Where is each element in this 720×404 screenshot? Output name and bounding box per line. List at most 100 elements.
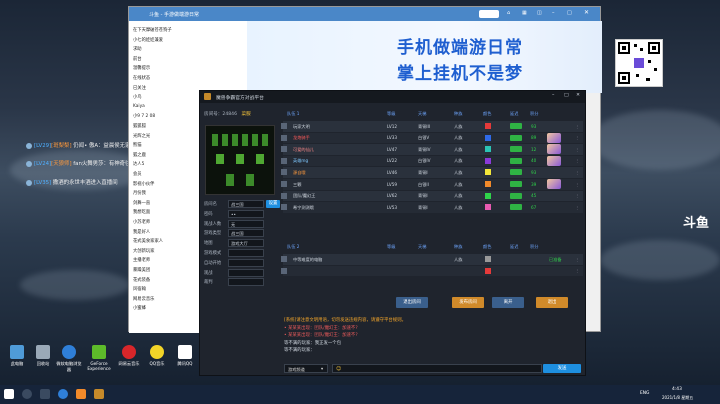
sidebar-item[interactable]: 会员 — [133, 171, 142, 177]
player-color-swatch[interactable] — [485, 157, 491, 164]
field-value[interactable] — [228, 249, 264, 257]
sidebar-item[interactable]: 剑舞一直 — [133, 200, 150, 206]
row-menu-icon[interactable]: ⋮ — [575, 147, 579, 152]
leave-button[interactable]: 离开 — [492, 297, 524, 308]
search-box[interactable] — [479, 10, 499, 18]
player-row[interactable]: 三颗 LV59 白银II 人族 39 ⋮ — [281, 179, 583, 190]
gamepad-icon[interactable]: ◫ — [537, 10, 542, 16]
close-icon[interactable]: ✕ — [584, 9, 589, 16]
minimize-icon[interactable]: – — [552, 93, 554, 98]
row-menu-icon[interactable]: ⋮ — [575, 193, 579, 198]
sidebar-item[interactable]: 花式装备 — [133, 277, 150, 283]
player-row[interactable]: 中等难度的电脑 人族 已准备 ⋮ — [281, 254, 583, 265]
field-value[interactable] — [228, 258, 264, 267]
sidebar-item[interactable]: 已关注 — [133, 85, 146, 91]
browser-tab-title[interactable]: 斗鱼 - 手游做端游日常 — [149, 11, 199, 18]
player-color-swatch[interactable] — [485, 256, 491, 262]
sidebar-item[interactable]: 小七的娃娃兼爱 — [133, 37, 163, 43]
sidebar-item[interactable]: 达人5 — [133, 161, 144, 167]
sidebar-item[interactable]: 暴躁美团 — [133, 267, 150, 273]
sidebar-item[interactable]: 小苏老师 — [133, 219, 150, 225]
sidebar-item[interactable]: 狐之鹿 — [133, 152, 146, 158]
player-row[interactable]: 龙炮骑手 LV33 白银V 人族 89 ⋮ — [281, 132, 583, 144]
sidebar-item[interactable]: 我想吃面 — [133, 209, 150, 215]
player-color-swatch[interactable] — [485, 204, 491, 211]
player-color-swatch[interactable] — [485, 192, 491, 199]
desktop-icon-recycle-bin[interactable]: 回收站 — [30, 345, 56, 367]
maximize-icon[interactable]: □ — [567, 10, 572, 16]
sidebar-item[interactable]: 小鸟 — [133, 94, 142, 100]
close-icon[interactable]: ✕ — [576, 93, 580, 98]
chat-input[interactable]: ☺ — [332, 364, 542, 373]
player-row[interactable]: ⋮ — [281, 265, 583, 277]
field-value[interactable]: •• — [228, 209, 264, 218]
task-view-icon[interactable] — [40, 389, 50, 399]
clock-date[interactable]: 2021/1/8 星期五 — [662, 395, 693, 401]
clock-time[interactable]: 4:43 — [672, 387, 682, 392]
field-value[interactable] — [228, 278, 264, 287]
row-menu-icon[interactable]: ⋮ — [575, 135, 579, 140]
player-color-swatch[interactable] — [485, 267, 491, 274]
field-value[interactable]: 无 — [228, 219, 264, 228]
sidebar-item[interactable]: 狐狐狐 — [133, 123, 146, 129]
row-menu-icon[interactable]: ⋮ — [575, 124, 579, 129]
desktop-icon-browser[interactable]: 微软电脑浏览器 — [56, 345, 82, 373]
grid-icon[interactable]: ▦ — [522, 10, 527, 16]
desktop-icon-netease-music[interactable]: 网易云音乐 — [116, 345, 142, 367]
maximize-icon[interactable]: □ — [564, 93, 569, 98]
home-icon[interactable]: ⌂ — [507, 10, 510, 16]
sidebar-item[interactable]: 在线状态 — [133, 75, 150, 81]
player-color-swatch[interactable] — [485, 169, 491, 176]
channel-select[interactable]: 游戏频道 ▾ — [284, 364, 328, 373]
exit-button[interactable]: 退出 — [536, 297, 568, 308]
sidebar-item[interactable]: 小9 7 2 08 — [133, 113, 155, 119]
sidebar-item[interactable]: 风宿翰 — [133, 286, 146, 292]
publish-room-button[interactable]: 发布房间 — [452, 297, 484, 308]
player-row[interactable]: 英雄mg LV22 白银IV 人族 40 ⋮ — [281, 155, 583, 167]
field-value[interactable]: 战三国 — [228, 200, 264, 208]
player-color-swatch[interactable] — [485, 123, 491, 129]
field-value[interactable]: 战三国 — [228, 229, 264, 238]
desktop-icon-this-pc[interactable]: 此电脑 — [4, 345, 30, 367]
row-menu-icon[interactable]: ⋮ — [575, 268, 579, 273]
player-row[interactable]: 希宁测测哦 LV53 青铜I 人族 67 ⋮ — [281, 202, 583, 213]
browser-taskbar-icon[interactable] — [58, 389, 68, 399]
player-color-swatch[interactable] — [485, 146, 491, 153]
field-value[interactable]: 游戏大厅 — [228, 239, 264, 248]
windows-start-icon[interactable] — [4, 389, 14, 399]
row-menu-icon[interactable]: ⋮ — [575, 182, 579, 187]
settings-button[interactable]: 设置 — [266, 200, 280, 208]
sidebar-item[interactable]: 光辉之光 — [133, 133, 150, 139]
emoji-icon[interactable]: ☺ — [336, 366, 341, 372]
row-menu-icon[interactable]: ⋮ — [575, 158, 579, 163]
sidebar-item[interactable]: 前台 — [133, 56, 142, 62]
leave-room-button[interactable]: 退出房间 — [396, 297, 428, 308]
row-menu-icon[interactable]: ⋮ — [575, 257, 579, 262]
sidebar-item[interactable]: 在下天摩破苍苍狗子 — [133, 27, 172, 33]
douyu-taskbar-icon[interactable] — [76, 389, 86, 399]
field-value[interactable] — [228, 268, 264, 277]
sidebar-item[interactable]: 花式美食家家人 — [133, 238, 163, 244]
player-color-swatch[interactable] — [485, 181, 491, 187]
search-icon[interactable] — [22, 389, 32, 399]
sidebar-item[interactable]: 影视小伙伴 — [133, 181, 154, 187]
row-menu-icon[interactable]: ⋮ — [575, 170, 579, 175]
player-row[interactable]: 玩家大明 LV12 青铜III 人族 93 ⋮ — [281, 121, 583, 132]
sidebar-item[interactable]: 我是好人 — [133, 229, 150, 235]
sidebar-item[interactable]: 网易云音乐 — [133, 296, 154, 302]
sidebar-item[interactable]: 月份我 — [133, 190, 146, 196]
sidebar-item[interactable]: Kaiya — [133, 104, 145, 109]
language-indicator[interactable]: ENG — [640, 391, 649, 396]
sidebar-item[interactable]: 熊猫 — [133, 142, 142, 148]
player-row[interactable]: 可爱的仙儿 LV47 青铜IV 人族 12 ⋮ — [281, 144, 583, 155]
sidebar-item[interactable]: 温馨提示 — [133, 65, 150, 71]
sidebar-item[interactable]: 求助 — [133, 46, 142, 52]
sidebar-item[interactable]: 主播老师 — [133, 257, 150, 263]
desktop-icon-qq[interactable]: 腾讯QQ — [172, 345, 198, 367]
player-row[interactable]: 源自哦 LV46 青铜I 人族 93 ⋮ — [281, 167, 583, 178]
ad-banner[interactable]: 手机做端游日常 掌上挂机不是梦 — [247, 21, 663, 93]
sidebar-item[interactable]: 大创新玩家 — [133, 248, 154, 254]
row-menu-icon[interactable]: ⋮ — [575, 205, 579, 210]
player-color-swatch[interactable] — [485, 134, 491, 141]
desktop-icon-geforce[interactable]: GeForce Experience — [86, 345, 112, 371]
